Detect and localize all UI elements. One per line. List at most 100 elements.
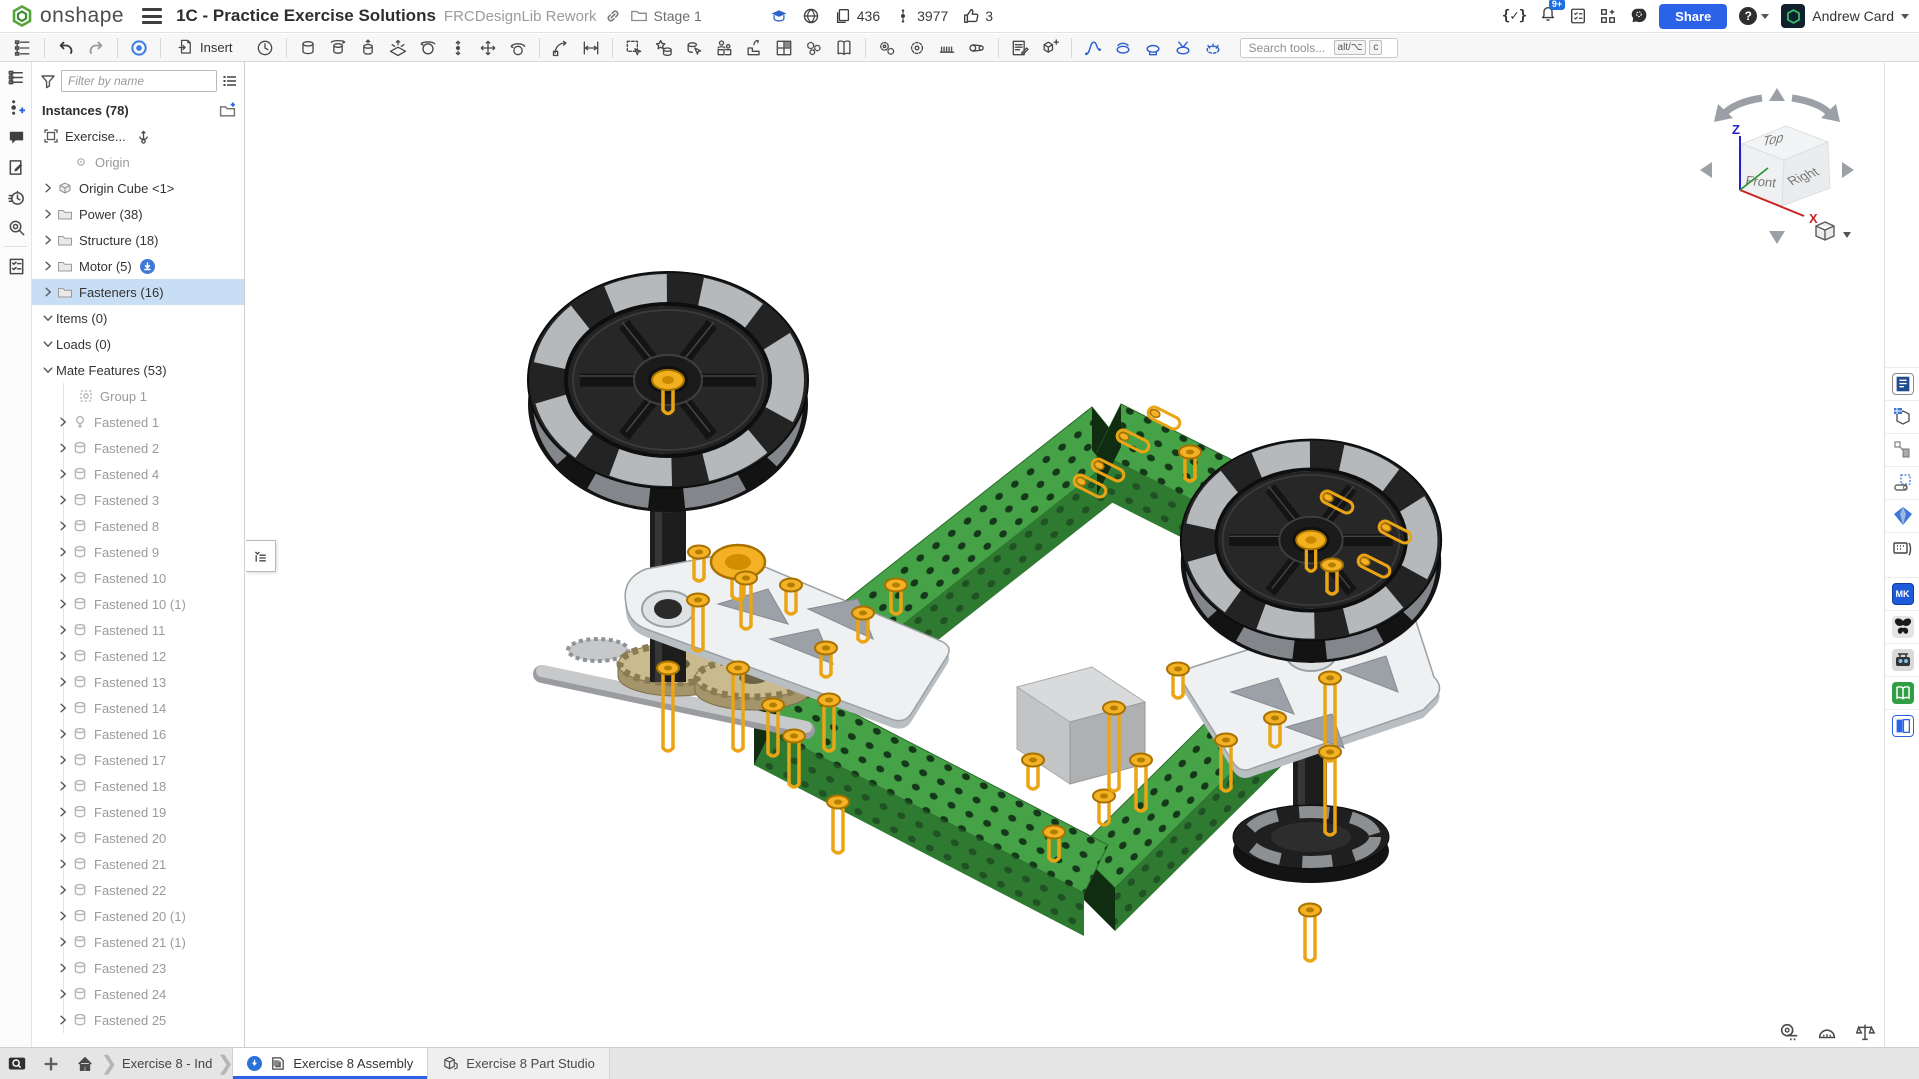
search-tools-input[interactable]: [1249, 41, 1331, 55]
omni-wheel-front-left[interactable]: [528, 272, 808, 512]
mate-icon[interactable]: [125, 36, 153, 60]
ai-assistant-icon[interactable]: [1629, 7, 1647, 25]
uses-stat[interactable]: 3977: [894, 7, 948, 25]
chevron-icon[interactable]: [55, 830, 71, 846]
tree-item-fastened-12[interactable]: Fastened 12: [33, 643, 244, 669]
insert-to-part-studio-icon[interactable]: [1036, 36, 1064, 60]
view-search-icon[interactable]: [0, 1048, 34, 1079]
favorites-icon[interactable]: [650, 36, 678, 60]
pin-slot-mate-icon[interactable]: [444, 36, 472, 60]
filter-input[interactable]: [61, 70, 217, 92]
chevron-icon[interactable]: [55, 440, 71, 456]
history-icon[interactable]: [0, 182, 32, 212]
public-icon[interactable]: [802, 7, 820, 25]
share-button[interactable]: Share: [1659, 4, 1727, 29]
omni-wheel-bottom-right[interactable]: [1233, 805, 1389, 883]
learning-center-icon[interactable]: [770, 7, 788, 25]
tree-item-fastened-21-1[interactable]: Fastened 21 (1): [33, 929, 244, 955]
spline-tool-icon[interactable]: [1079, 36, 1107, 60]
tree-item-origin[interactable]: Origin: [32, 149, 244, 175]
redo-icon[interactable]: [82, 36, 110, 60]
chevron-icon[interactable]: [55, 778, 71, 794]
tree-item-fastened-10-1[interactable]: Fastened 10 (1): [33, 591, 244, 617]
tree-item-fastened-8[interactable]: Fastened 8: [33, 513, 244, 539]
chevron-icon[interactable]: [40, 206, 56, 222]
custom-feature-panel-icon[interactable]: [1885, 466, 1919, 499]
tangent-mate-icon[interactable]: [504, 36, 532, 60]
chevron-icon[interactable]: [55, 1012, 71, 1028]
help-menu[interactable]: ?: [1739, 7, 1769, 25]
chevron-icon[interactable]: [55, 908, 71, 924]
chevron-icon[interactable]: [55, 856, 71, 872]
tree-item-fastened-21[interactable]: Fastened 21: [33, 851, 244, 877]
edit-in-context-icon[interactable]: [620, 36, 648, 60]
tree-item-group-1[interactable]: Group 1: [33, 383, 244, 409]
versions-icon[interactable]: [0, 92, 32, 122]
tree-item-fastened-11[interactable]: Fastened 11: [33, 617, 244, 643]
insert-button[interactable]: Insert: [168, 36, 241, 59]
chevron-icon[interactable]: [55, 492, 71, 508]
panel-flyout-handle[interactable]: [246, 540, 276, 572]
tree-item-power-38[interactable]: Power (38): [32, 201, 244, 227]
chevron-icon[interactable]: [40, 258, 56, 274]
rotate-right-arrow[interactable]: [1842, 162, 1854, 178]
protractor-icon[interactable]: [1816, 1021, 1838, 1043]
likes-stat[interactable]: 3: [962, 7, 993, 25]
chevron-icon[interactable]: [40, 362, 56, 378]
user-menu[interactable]: Andrew Card: [1781, 4, 1909, 28]
mk-app-icon[interactable]: MK: [1885, 577, 1919, 610]
assembly-3d-scene[interactable]: [246, 62, 1884, 1047]
tree-item-motor-5[interactable]: Motor (5): [32, 253, 244, 279]
tree-item-fastened-24[interactable]: Fastened 24: [33, 981, 244, 1007]
undo-icon[interactable]: [52, 36, 80, 60]
chevron-icon[interactable]: [55, 726, 71, 742]
move-part-icon[interactable]: [740, 36, 768, 60]
chevron-icon[interactable]: [55, 934, 71, 950]
chevron-icon[interactable]: [55, 960, 71, 976]
chevron-icon[interactable]: [55, 518, 71, 534]
tasks-panel-icon[interactable]: [0, 251, 32, 281]
chevron-icon[interactable]: [55, 544, 71, 560]
tree-item-items-0[interactable]: Items (0): [32, 305, 244, 331]
mate-relation-icon[interactable]: [903, 36, 931, 60]
chevron-icon[interactable]: [40, 310, 56, 326]
chevron-icon[interactable]: [40, 180, 56, 196]
tab-exercise-8-assembly[interactable]: Exercise 8 Assembly: [232, 1048, 428, 1079]
chevron-icon[interactable]: [55, 674, 71, 690]
tree-item-fastened-20[interactable]: Fastened 20: [33, 825, 244, 851]
revolute-mate-icon[interactable]: [324, 36, 352, 60]
snap-mode-icon[interactable]: [547, 36, 575, 60]
notes-panel-icon[interactable]: [1885, 367, 1919, 400]
tree-item-structure-18[interactable]: Structure (18): [32, 227, 244, 253]
copies-stat[interactable]: 436: [834, 7, 880, 25]
chevron-icon[interactable]: [55, 882, 71, 898]
view-cube-body[interactable]: Top Front Right: [1740, 126, 1830, 206]
ball-mate-icon[interactable]: [414, 36, 442, 60]
publication-icon[interactable]: [830, 36, 858, 60]
instance-panel-toggle-icon[interactable]: [9, 36, 37, 60]
add-folder-icon[interactable]: [219, 102, 236, 119]
revolve-tool-icon[interactable]: [1109, 36, 1137, 60]
chevron-icon[interactable]: [55, 570, 71, 586]
tasks-icon[interactable]: [1569, 7, 1587, 25]
filter-icon[interactable]: [40, 73, 56, 89]
tree-item-loads-0[interactable]: Loads (0): [32, 331, 244, 357]
hamburger-menu-icon[interactable]: [142, 8, 162, 24]
rotate-left-arrow[interactable]: [1700, 162, 1712, 178]
named-positions-icon[interactable]: [710, 36, 738, 60]
link-icon[interactable]: [604, 7, 622, 25]
chevron-icon[interactable]: [55, 414, 71, 430]
tree-item-fastened-17[interactable]: Fastened 17: [33, 747, 244, 773]
chevron-icon[interactable]: [40, 284, 56, 300]
tree-item-fastened-13[interactable]: Fastened 13: [33, 669, 244, 695]
fastened-mate-icon[interactable]: [294, 36, 322, 60]
rotate-down-arrow[interactable]: [1769, 231, 1785, 244]
add-tab-button[interactable]: [34, 1048, 68, 1079]
tree-item-fastened-25[interactable]: Fastened 25: [33, 1007, 244, 1033]
exploded-view-icon[interactable]: [800, 36, 828, 60]
shortcuts-app-icon[interactable]: [1885, 532, 1919, 565]
tree-item-fastened-20-1[interactable]: Fastened 20 (1): [33, 903, 244, 929]
chevron-icon[interactable]: [55, 700, 71, 716]
notifications-button[interactable]: 9+: [1539, 5, 1557, 28]
robot-app-icon[interactable]: [1885, 643, 1919, 676]
